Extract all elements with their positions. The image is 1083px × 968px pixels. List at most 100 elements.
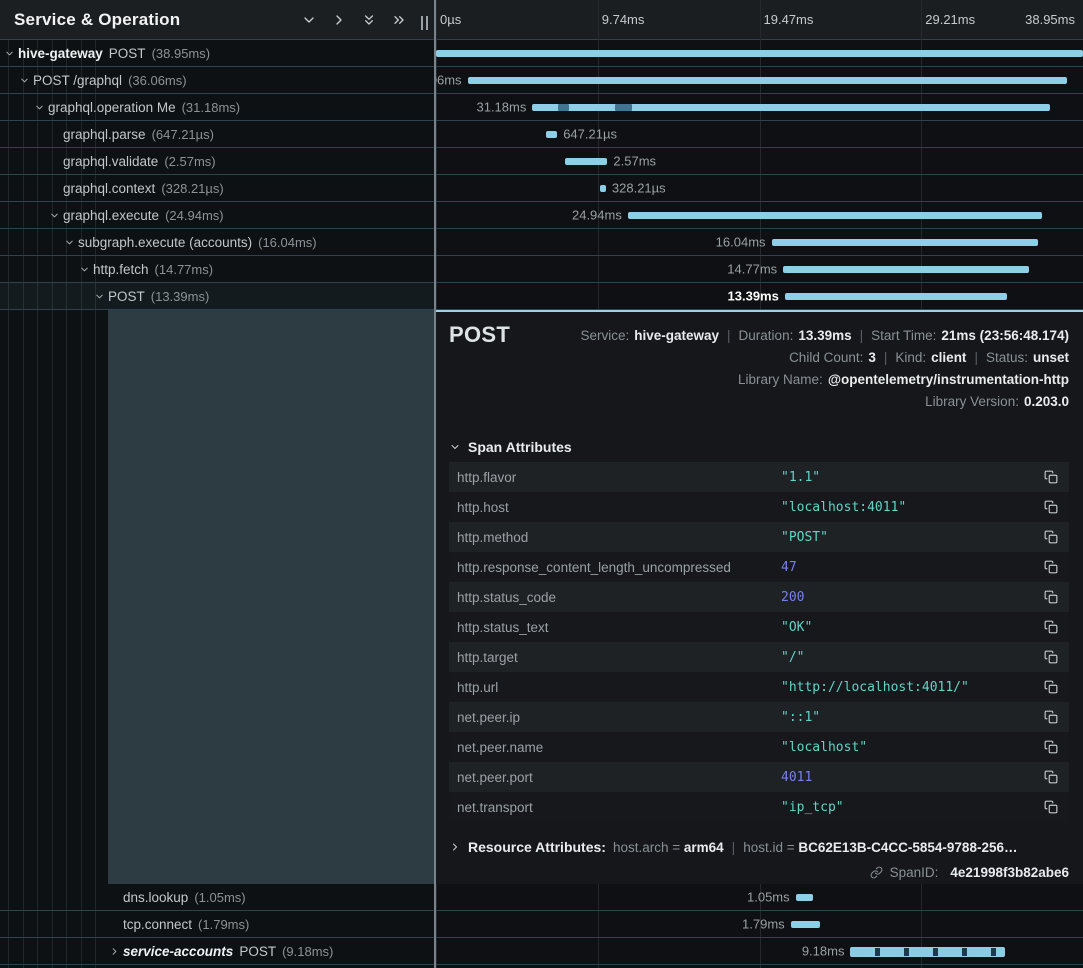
copy-icon[interactable] [1033,770,1069,784]
meta-separator: | [974,350,978,365]
chevron-right-icon[interactable] [109,945,123,957]
span-bar[interactable] [772,239,1038,246]
duration-label: (2.57ms) [164,154,215,169]
expand-all-icon[interactable] [391,12,407,28]
chevron-down-icon[interactable] [94,290,108,302]
duration-label: (328.21µs) [161,181,223,196]
meta-label: Status: [986,350,1028,365]
copy-icon[interactable] [1033,740,1069,754]
tree-row[interactable]: dns.lookup(1.05ms) [0,884,434,911]
attribute-key: net.peer.port [449,770,781,785]
span-meta: Service:hive-gateway|Duration:13.39ms|St… [580,325,1069,413]
operation-name: POST [109,46,146,61]
tree-row[interactable]: graphql.execute(24.94ms) [0,202,434,229]
chevron-down-icon[interactable] [34,101,48,113]
expander-spacer [49,182,63,194]
meta-value: 3 [868,350,876,365]
tree-row[interactable]: graphql.context(328.21µs) [0,175,434,202]
tree-row[interactable]: POST(13.39ms) [0,283,434,310]
span-bar[interactable] [850,947,1004,957]
span-bar[interactable] [783,266,1028,273]
timeline-row[interactable]: 14.77ms [436,256,1083,283]
timeline-row[interactable]: 328.21µs [436,175,1083,202]
span-tree-panel: Service & Operation hive-gatewayPOST(38.… [0,0,434,968]
attribute-value: "localhost:4011" [781,500,1033,515]
timeline-row[interactable]: 647.21µs [436,121,1083,148]
timeline-rows-bottom: 1.05ms1.79ms9.18ms [436,884,1083,965]
span-bar[interactable] [565,158,608,165]
chevron-down-icon[interactable] [301,12,317,28]
panel-resize-handle[interactable] [421,16,428,30]
meta-label: Library Version: [925,394,1019,409]
copy-icon[interactable] [1033,500,1069,514]
resource-value: arm64 [684,840,724,855]
span-bar[interactable] [532,104,1050,111]
copy-icon[interactable] [1033,560,1069,574]
copy-icon[interactable] [1033,470,1069,484]
tree-row[interactable]: graphql.operation Me(31.18ms) [0,94,434,121]
bar-duration-label: 13.39ms [728,289,779,304]
attribute-value: "localhost" [781,740,1033,755]
meta-label: Library Name: [738,372,823,387]
resource-attributes-row[interactable]: Resource Attributes: host.arch = arm64|h… [449,839,1017,855]
copy-icon[interactable] [1033,650,1069,664]
attribute-key: http.flavor [449,470,781,485]
tree-row[interactable]: hive-gatewayPOST(38.95ms) [0,40,434,67]
timeline-row[interactable]: 2.57ms [436,148,1083,175]
copy-icon[interactable] [1033,680,1069,694]
timeline-row[interactable]: 9.18ms [436,938,1083,965]
timeline-row[interactable]: 31.18ms [436,94,1083,121]
duration-label: (1.05ms) [194,890,245,905]
attribute-value: 4011 [781,770,1033,785]
span-attributes-header[interactable]: Span Attributes [449,439,572,455]
timeline-row[interactable]: 38.95ms [436,40,1083,67]
duration-label: (31.18ms) [182,100,241,115]
timeline-row[interactable]: 13.39ms [436,283,1083,310]
chevron-down-icon[interactable] [64,236,78,248]
span-bar[interactable] [436,50,1083,57]
tree-row[interactable]: POST /graphql(36.06ms) [0,67,434,94]
span-bar[interactable] [546,131,557,138]
operation-name: tcp.connect [123,917,192,932]
copy-icon[interactable] [1033,710,1069,724]
bar-duration-label: 16.04ms [716,235,766,250]
attribute-key: net.transport [449,800,781,815]
span-bar[interactable] [791,921,821,928]
timeline-row[interactable]: 1.05ms [436,884,1083,911]
meta-value: @opentelemetry/instrumentation-http [828,372,1069,387]
timeline-row[interactable]: 36.06ms [436,67,1083,94]
span-bar[interactable] [468,77,1067,84]
span-bar[interactable] [785,293,1007,300]
timeline-row[interactable]: 24.94ms [436,202,1083,229]
link-icon[interactable] [870,866,883,879]
chevron-down-icon[interactable] [79,263,93,275]
attribute-key: http.status_text [449,620,781,635]
attribute-row: net.peer.ip"::1" [449,702,1069,732]
bar-duration-label: 2.57ms [613,154,656,169]
chevron-down-icon[interactable] [19,74,33,86]
copy-icon[interactable] [1033,590,1069,604]
copy-icon[interactable] [1033,620,1069,634]
collapse-all-icon[interactable] [361,12,377,28]
span-bar[interactable] [600,185,605,192]
tree-row[interactable]: graphql.validate(2.57ms) [0,148,434,175]
chevron-right-icon[interactable] [331,12,347,28]
tree-row[interactable]: subgraph.execute (accounts)(16.04ms) [0,229,434,256]
tree-row[interactable]: graphql.parse(647.21µs) [0,121,434,148]
meta-separator: | [732,840,736,855]
span-bar[interactable] [796,894,813,901]
tree-header: Service & Operation [0,0,434,40]
tree-row[interactable]: tcp.connect(1.79ms) [0,911,434,938]
chevron-down-icon[interactable] [4,47,18,59]
tree-row[interactable]: service-accountsPOST(9.18ms) [0,938,434,965]
panel-divider[interactable] [434,0,436,968]
timeline-row[interactable]: 1.79ms [436,911,1083,938]
copy-icon[interactable] [1033,800,1069,814]
tree-row[interactable]: http.fetch(14.77ms) [0,256,434,283]
span-bar[interactable] [628,212,1042,219]
timeline-row[interactable]: 16.04ms [436,229,1083,256]
chevron-down-icon[interactable] [49,209,63,221]
tick-label: 19.47ms [764,12,814,27]
span-title: POST [449,322,510,348]
copy-icon[interactable] [1033,530,1069,544]
